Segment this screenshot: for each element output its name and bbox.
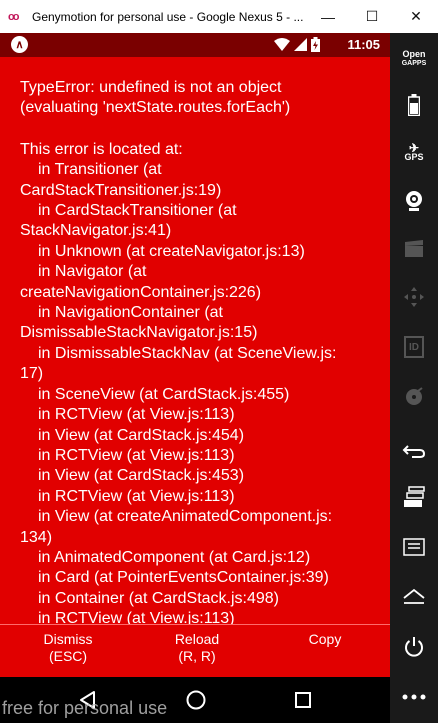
menu-icon [403,538,425,556]
recent-apps-button[interactable] [390,477,438,517]
back-arrow-icon [402,445,426,458]
screencast-button[interactable] [390,229,438,269]
disk-icon [406,387,423,405]
stack-trace-line: in AnimatedComponent (at Card.js:12) [38,548,311,566]
reload-label: Reload [174,631,220,647]
close-button[interactable]: ✕ [394,0,438,33]
android-statusbar: ∧ 11:05 [0,33,390,57]
battery-button[interactable] [390,85,438,125]
stack-trace-line: CardStackTransitioner.js:19) [20,181,222,199]
genymotion-toolbar: Open GAPPS ✈ GPS ID [390,33,438,723]
home-nav-button[interactable] [181,685,211,715]
opengapps-button[interactable]: Open GAPPS [390,39,438,79]
gps-button[interactable]: ✈ GPS [390,133,438,173]
opengapps-icon: Open GAPPS [401,49,427,68]
dismiss-button[interactable]: Dismiss (ESC) [3,631,133,665]
stack-trace-line: DismissableStackNavigator.js:15) [20,324,258,342]
stack-trace-line: in RCTView (at View.js:113) [38,406,235,424]
dismiss-label: Dismiss [43,631,93,647]
device-screen: ∧ 11:05 TypeError: undefined is not an o… [0,33,390,723]
stack-trace-line: in Transitioner (at [38,161,162,179]
error-stack-trace: in Transitioner (at CardStackTransitioner… [20,160,380,629]
signal-icon [294,38,307,51]
redbox-error-screen[interactable]: TypeError: undefined is not an object (e… [0,57,390,655]
move-arrows-icon [404,287,424,307]
maximize-button[interactable]: ☐ [350,0,394,33]
window-titlebar: oo Genymotion for personal use - Google … [0,0,438,33]
status-icons [274,37,320,52]
more-options-button[interactable] [390,677,438,717]
genymotion-logo-icon: oo [8,10,19,23]
app-notification-icon: ∧ [11,36,28,53]
error-location-header: This error is located at: [20,140,183,158]
disk-io-button[interactable] [390,377,438,417]
reload-shortcut: (R, R) [178,648,216,664]
home-circle-icon [186,690,206,710]
stack-trace-line: in DismissableStackNav (at SceneView.js: [38,344,337,362]
power-button[interactable] [390,627,438,667]
recent-apps-icon [404,486,425,507]
webcam-icon [406,191,422,211]
stack-trace-line: in RCTView (at View.js:113) [38,487,235,505]
stack-trace-line: in Container (at CardStack.js:498) [38,589,279,607]
home-button[interactable] [390,577,438,617]
error-title-line: (evaluating 'nextState.routes.forEach') [20,99,291,117]
window-title: Genymotion for personal use - Google Nex… [32,9,304,24]
home-icon [403,588,425,604]
battery-charging-icon [311,37,320,52]
error-title-line: TypeError: undefined is not an object [20,79,282,96]
power-icon [405,637,423,657]
back-button[interactable] [390,431,438,471]
stack-trace-line: in View (at CardStack.js:454) [38,426,245,444]
stack-trace-line: 134) [20,528,53,546]
copy-label: Copy [308,631,342,647]
copy-button[interactable]: Copy [260,631,390,648]
stack-trace-line: in SceneView (at CardStack.js:455) [38,385,290,403]
stack-trace-line: in CardStackTransitioner (at [38,202,237,220]
stack-trace-line: in NavigationContainer (at [38,304,223,322]
stack-trace-line: in Card (at PointerEventsContainer.js:39… [38,569,329,587]
webcam-button[interactable] [390,181,438,221]
stack-trace-line: in RCTView (at View.js:113) [38,446,235,464]
minimize-button[interactable]: — [306,0,350,33]
id-card-icon: ID [404,336,424,358]
more-dots-icon [402,694,426,700]
stack-trace-line: StackNavigator.js:41) [20,222,172,240]
stack-trace-line: 17) [20,365,44,383]
dismiss-shortcut: (ESC) [48,648,88,664]
device-id-button[interactable]: ID [390,327,438,367]
recents-square-icon [295,692,311,708]
stack-trace-line: in Navigator (at [38,263,147,281]
error-message: TypeError: undefined is not an object (e… [20,78,380,630]
status-time: 11:05 [347,37,380,52]
stack-trace-line: createNavigationContainer.js:226) [20,283,262,301]
redbox-footer: Dismiss (ESC) Reload (R, R) Copy [0,624,390,678]
stack-trace-line: in Unknown (at createNavigator.js:13) [38,242,305,260]
dpad-button[interactable] [390,277,438,317]
recents-nav-button[interactable] [288,685,318,715]
wifi-icon [274,38,290,51]
reload-button[interactable]: Reload (R, R) [132,631,262,665]
stack-trace-line: in View (at createAnimatedComponent.js: [38,508,333,526]
clapperboard-icon [405,240,423,257]
menu-button[interactable] [390,527,438,567]
watermark-text: free for personal use [2,698,168,718]
gps-icon: ✈ GPS [404,141,424,162]
battery-icon [408,94,420,116]
stack-trace-line: in View (at CardStack.js:453) [38,467,245,485]
